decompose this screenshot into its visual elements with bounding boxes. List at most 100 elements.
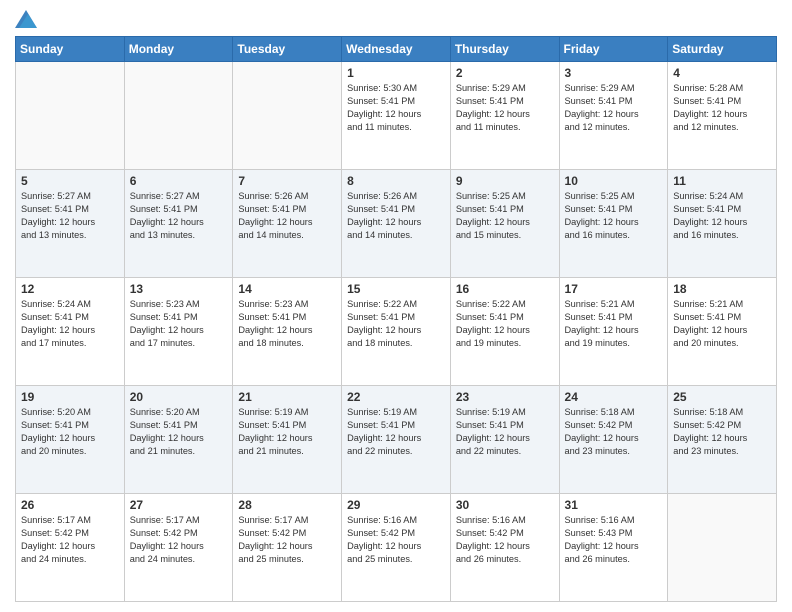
calendar-cell: 9Sunrise: 5:25 AM Sunset: 5:41 PM Daylig…	[450, 170, 559, 278]
day-info: Sunrise: 5:16 AM Sunset: 5:42 PM Dayligh…	[456, 514, 554, 566]
day-info: Sunrise: 5:27 AM Sunset: 5:41 PM Dayligh…	[21, 190, 119, 242]
calendar-cell: 30 Sunrise: 5:16 AM Sunset: 5:42 PM Dayli…	[450, 494, 559, 602]
day-info: Sunrise: 5:26 AM Sunset: 5:41 PM Dayligh…	[238, 190, 336, 242]
calendar-cell: 17Sunrise: 5:21 AM Sunset: 5:41 PM Dayli…	[559, 278, 668, 386]
day-number: 18	[673, 282, 771, 296]
calendar-cell: 24 Sunrise: 5:18 AM Sunset: 5:42 PM Dayli…	[559, 386, 668, 494]
calendar-cell: 11 Sunrise: 5:24 AM Sunset: 5:41 PM Dayli…	[668, 170, 777, 278]
day-info: Sunrise: 5:17 AM Sunset: 5:42 PM Dayligh…	[238, 514, 336, 566]
calendar-table: SundayMondayTuesdayWednesdayThursdayFrid…	[15, 36, 777, 602]
day-info: Sunrise: 5:25 AM Sunset: 5:41 PM Dayligh…	[565, 190, 663, 242]
calendar-week-row: 1 Sunrise: 5:30 AM Sunset: 5:41 PM Daylig…	[16, 62, 777, 170]
page-header	[15, 10, 777, 28]
day-number: 23	[456, 390, 554, 404]
calendar-week-row: 19Sunrise: 5:20 AM Sunset: 5:41 PM Dayli…	[16, 386, 777, 494]
day-number: 20	[130, 390, 228, 404]
calendar-cell: 16Sunrise: 5:22 AM Sunset: 5:41 PM Dayli…	[450, 278, 559, 386]
calendar-cell	[233, 62, 342, 170]
day-info: Sunrise: 5:23 AM Sunset: 5:41 PM Dayligh…	[238, 298, 336, 350]
calendar-cell	[668, 494, 777, 602]
weekday-header: Sunday	[16, 37, 125, 62]
day-number: 4	[673, 66, 771, 80]
day-number: 11	[673, 174, 771, 188]
day-number: 31	[565, 498, 663, 512]
calendar-cell: 23 Sunrise: 5:19 AM Sunset: 5:41 PM Dayli…	[450, 386, 559, 494]
day-info: Sunrise: 5:17 AM Sunset: 5:42 PM Dayligh…	[21, 514, 119, 566]
day-number: 27	[130, 498, 228, 512]
weekday-header: Tuesday	[233, 37, 342, 62]
day-number: 13	[130, 282, 228, 296]
calendar-cell: 14Sunrise: 5:23 AM Sunset: 5:41 PM Dayli…	[233, 278, 342, 386]
day-info: Sunrise: 5:16 AM Sunset: 5:43 PM Dayligh…	[565, 514, 663, 566]
logo-icon	[15, 10, 37, 28]
calendar-cell: 25 Sunrise: 5:18 AM Sunset: 5:42 PM Dayli…	[668, 386, 777, 494]
day-number: 10	[565, 174, 663, 188]
day-number: 30	[456, 498, 554, 512]
day-info: Sunrise: 5:21 AM Sunset: 5:41 PM Dayligh…	[673, 298, 771, 350]
day-number: 26	[21, 498, 119, 512]
day-info: Sunrise: 5:24 AM Sunset: 5:41 PM Dayligh…	[673, 190, 771, 242]
calendar-cell: 29 Sunrise: 5:16 AM Sunset: 5:42 PM Dayli…	[342, 494, 451, 602]
calendar-week-row: 5Sunrise: 5:27 AM Sunset: 5:41 PM Daylig…	[16, 170, 777, 278]
calendar-cell: 7 Sunrise: 5:26 AM Sunset: 5:41 PM Daylig…	[233, 170, 342, 278]
day-info: Sunrise: 5:29 AM Sunset: 5:41 PM Dayligh…	[565, 82, 663, 134]
calendar-cell: 26 Sunrise: 5:17 AM Sunset: 5:42 PM Dayli…	[16, 494, 125, 602]
day-info: Sunrise: 5:17 AM Sunset: 5:42 PM Dayligh…	[130, 514, 228, 566]
calendar-cell: 15Sunrise: 5:22 AM Sunset: 5:41 PM Dayli…	[342, 278, 451, 386]
day-number: 21	[238, 390, 336, 404]
day-info: Sunrise: 5:19 AM Sunset: 5:41 PM Dayligh…	[238, 406, 336, 458]
weekday-header: Friday	[559, 37, 668, 62]
day-number: 7	[238, 174, 336, 188]
day-info: Sunrise: 5:26 AM Sunset: 5:41 PM Dayligh…	[347, 190, 445, 242]
day-number: 17	[565, 282, 663, 296]
calendar-cell: 2 Sunrise: 5:29 AM Sunset: 5:41 PM Daylig…	[450, 62, 559, 170]
day-info: Sunrise: 5:20 AM Sunset: 5:41 PM Dayligh…	[130, 406, 228, 458]
calendar-cell	[16, 62, 125, 170]
day-info: Sunrise: 5:20 AM Sunset: 5:41 PM Dayligh…	[21, 406, 119, 458]
day-number: 25	[673, 390, 771, 404]
calendar-cell: 28Sunrise: 5:17 AM Sunset: 5:42 PM Dayli…	[233, 494, 342, 602]
day-info: Sunrise: 5:30 AM Sunset: 5:41 PM Dayligh…	[347, 82, 445, 134]
day-info: Sunrise: 5:28 AM Sunset: 5:41 PM Dayligh…	[673, 82, 771, 134]
calendar-cell: 3 Sunrise: 5:29 AM Sunset: 5:41 PM Daylig…	[559, 62, 668, 170]
weekday-header: Thursday	[450, 37, 559, 62]
calendar-week-row: 12 Sunrise: 5:24 AM Sunset: 5:41 PM Dayli…	[16, 278, 777, 386]
calendar-cell: 27 Sunrise: 5:17 AM Sunset: 5:42 PM Dayli…	[124, 494, 233, 602]
calendar-week-row: 26 Sunrise: 5:17 AM Sunset: 5:42 PM Dayli…	[16, 494, 777, 602]
day-info: Sunrise: 5:22 AM Sunset: 5:41 PM Dayligh…	[456, 298, 554, 350]
calendar-cell: 6 Sunrise: 5:27 AM Sunset: 5:41 PM Daylig…	[124, 170, 233, 278]
calendar-cell: 13 Sunrise: 5:23 AM Sunset: 5:41 PM Dayli…	[124, 278, 233, 386]
calendar-cell: 1 Sunrise: 5:30 AM Sunset: 5:41 PM Daylig…	[342, 62, 451, 170]
calendar-cell: 19Sunrise: 5:20 AM Sunset: 5:41 PM Dayli…	[16, 386, 125, 494]
calendar-cell: 12 Sunrise: 5:24 AM Sunset: 5:41 PM Dayli…	[16, 278, 125, 386]
day-number: 8	[347, 174, 445, 188]
day-number: 24	[565, 390, 663, 404]
day-info: Sunrise: 5:29 AM Sunset: 5:41 PM Dayligh…	[456, 82, 554, 134]
day-info: Sunrise: 5:19 AM Sunset: 5:41 PM Dayligh…	[456, 406, 554, 458]
weekday-header: Monday	[124, 37, 233, 62]
logo	[15, 10, 41, 28]
calendar-cell: 10 Sunrise: 5:25 AM Sunset: 5:41 PM Dayli…	[559, 170, 668, 278]
day-number: 29	[347, 498, 445, 512]
day-number: 12	[21, 282, 119, 296]
day-number: 22	[347, 390, 445, 404]
day-info: Sunrise: 5:18 AM Sunset: 5:42 PM Dayligh…	[673, 406, 771, 458]
day-number: 6	[130, 174, 228, 188]
day-number: 1	[347, 66, 445, 80]
day-info: Sunrise: 5:19 AM Sunset: 5:41 PM Dayligh…	[347, 406, 445, 458]
day-number: 9	[456, 174, 554, 188]
day-info: Sunrise: 5:27 AM Sunset: 5:41 PM Dayligh…	[130, 190, 228, 242]
day-info: Sunrise: 5:18 AM Sunset: 5:42 PM Dayligh…	[565, 406, 663, 458]
day-info: Sunrise: 5:16 AM Sunset: 5:42 PM Dayligh…	[347, 514, 445, 566]
calendar-cell	[124, 62, 233, 170]
weekday-header-row: SundayMondayTuesdayWednesdayThursdayFrid…	[16, 37, 777, 62]
calendar-cell: 22 Sunrise: 5:19 AM Sunset: 5:41 PM Dayli…	[342, 386, 451, 494]
weekday-header: Wednesday	[342, 37, 451, 62]
day-number: 3	[565, 66, 663, 80]
calendar-cell: 5Sunrise: 5:27 AM Sunset: 5:41 PM Daylig…	[16, 170, 125, 278]
day-info: Sunrise: 5:24 AM Sunset: 5:41 PM Dayligh…	[21, 298, 119, 350]
calendar-cell: 31 Sunrise: 5:16 AM Sunset: 5:43 PM Dayli…	[559, 494, 668, 602]
day-number: 2	[456, 66, 554, 80]
day-info: Sunrise: 5:22 AM Sunset: 5:41 PM Dayligh…	[347, 298, 445, 350]
day-info: Sunrise: 5:23 AM Sunset: 5:41 PM Dayligh…	[130, 298, 228, 350]
